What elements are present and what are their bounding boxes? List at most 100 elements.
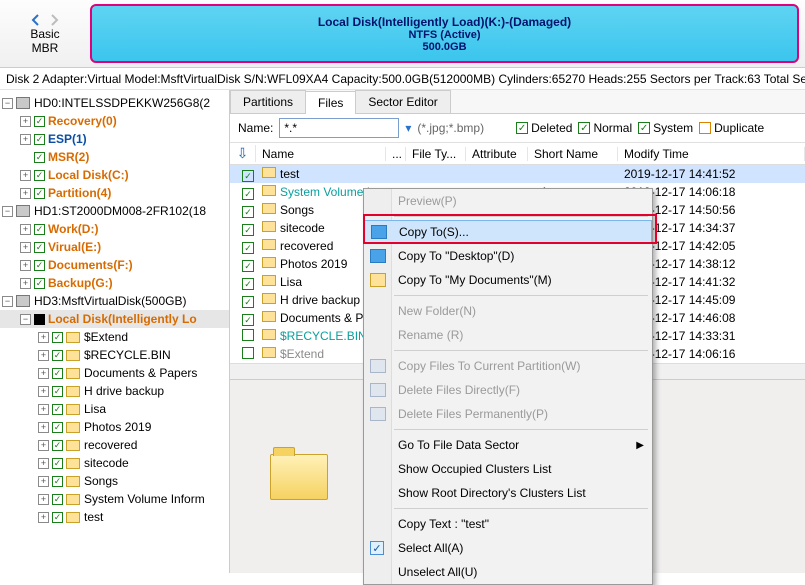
row-checkbox[interactable] (242, 188, 254, 200)
tree-toggle-icon[interactable]: + (20, 170, 31, 181)
header-more[interactable]: ... (386, 147, 406, 161)
menu-copy-to-mydocs[interactable]: Copy To "My Documents"(M) (364, 268, 652, 292)
tree-item[interactable]: +recovered (0, 436, 229, 454)
disk-banner[interactable]: Local Disk(Intelligently Load)(K:)-(Dama… (90, 4, 799, 63)
tab-partitions[interactable]: Partitions (230, 90, 306, 113)
tree-checkbox[interactable] (34, 134, 45, 145)
filter-name-input[interactable] (279, 118, 399, 138)
tree-checkbox[interactable] (34, 152, 45, 163)
tree-item[interactable]: −HD1:ST2000DM008-2FR102(18 (0, 202, 229, 220)
row-checkbox[interactable] (242, 329, 254, 341)
header-modify[interactable]: Modify Time (618, 147, 805, 161)
tree-toggle-icon[interactable]: − (2, 296, 13, 307)
tree-item[interactable]: −HD3:MsftVirtualDisk(500GB) (0, 292, 229, 310)
tab-sector-editor[interactable]: Sector Editor (355, 90, 450, 113)
row-checkbox[interactable] (242, 314, 254, 326)
menu-goto-sector[interactable]: Go To File Data Sector▶ (364, 433, 652, 457)
row-checkbox[interactable] (242, 278, 254, 290)
row-checkbox[interactable] (242, 260, 254, 272)
tree-item[interactable]: −HD0:INTELSSDPEKKW256G8(2 (0, 94, 229, 112)
tree-toggle-icon[interactable]: + (20, 278, 31, 289)
tree-item[interactable]: +$Extend (0, 328, 229, 346)
header-attribute[interactable]: Attribute (466, 147, 528, 161)
tree-toggle-icon[interactable]: + (20, 188, 31, 199)
tree-item[interactable]: +Lisa (0, 400, 229, 418)
tree-toggle-icon[interactable]: + (20, 242, 31, 253)
row-checkbox[interactable] (242, 206, 254, 218)
filter-system-checkbox[interactable]: System (638, 121, 693, 135)
tab-files[interactable]: Files (305, 91, 356, 114)
tree-checkbox[interactable] (34, 242, 45, 253)
tree-toggle-icon[interactable]: + (38, 368, 49, 379)
tree-checkbox[interactable] (34, 314, 45, 325)
menu-preview[interactable]: Preview(P) (364, 189, 652, 213)
tree-item[interactable]: +Recovery(0) (0, 112, 229, 130)
tree-toggle-icon[interactable]: + (38, 512, 49, 523)
tree-checkbox[interactable] (34, 224, 45, 235)
menu-show-root-clusters[interactable]: Show Root Directory's Clusters List (364, 481, 652, 505)
tree-toggle-icon[interactable]: − (20, 314, 31, 325)
menu-copy-to-partition[interactable]: Copy Files To Current Partition(W) (364, 354, 652, 378)
menu-new-folder[interactable]: New Folder(N) (364, 299, 652, 323)
tree-checkbox[interactable] (34, 278, 45, 289)
forward-arrow-icon[interactable] (47, 13, 61, 27)
tree-item[interactable]: +$RECYCLE.BIN (0, 346, 229, 364)
header-name[interactable]: Name (256, 147, 386, 161)
header-check-all[interactable]: ⇩ (230, 145, 256, 162)
tree-item[interactable]: MSR(2) (0, 148, 229, 166)
menu-rename[interactable]: Rename (R) (364, 323, 652, 347)
row-checkbox[interactable] (242, 347, 254, 359)
tree-item[interactable]: +Backup(G:) (0, 274, 229, 292)
menu-delete-permanently[interactable]: Delete Files Permanently(P) (364, 402, 652, 426)
menu-delete-directly[interactable]: Delete Files Directly(F) (364, 378, 652, 402)
menu-show-occupied[interactable]: Show Occupied Clusters List (364, 457, 652, 481)
tree-checkbox[interactable] (34, 260, 45, 271)
table-row[interactable]: test2019-12-17 14:41:52 (230, 165, 805, 183)
tree-item[interactable]: +Documents & Papers (0, 364, 229, 382)
menu-copy-text[interactable]: Copy Text : "test" (364, 512, 652, 536)
filter-duplicate-checkbox[interactable]: Duplicate (699, 121, 764, 135)
tree-item[interactable]: +Local Disk(C:) (0, 166, 229, 184)
tree-toggle-icon[interactable]: − (2, 206, 13, 217)
tree-toggle-icon[interactable]: + (38, 332, 49, 343)
row-checkbox[interactable] (242, 224, 254, 236)
tree-toggle-icon[interactable]: + (20, 260, 31, 271)
tree-toggle-icon[interactable]: + (38, 458, 49, 469)
tree-checkbox[interactable] (52, 458, 63, 469)
tree-item[interactable]: +System Volume Inform (0, 490, 229, 508)
filter-normal-checkbox[interactable]: Normal (578, 121, 632, 135)
tree-item[interactable]: +sitecode (0, 454, 229, 472)
tree-toggle-icon[interactable]: + (38, 476, 49, 487)
tree-checkbox[interactable] (52, 386, 63, 397)
tree-checkbox[interactable] (52, 368, 63, 379)
header-shortname[interactable]: Short Name (528, 147, 618, 161)
header-filetype[interactable]: File Ty... (406, 147, 466, 161)
tree-item[interactable]: +Work(D:) (0, 220, 229, 238)
tree-checkbox[interactable] (34, 116, 45, 127)
back-arrow-icon[interactable] (29, 13, 43, 27)
disk-tree[interactable]: −HD0:INTELSSDPEKKW256G8(2+Recovery(0)+ES… (0, 90, 230, 573)
tree-checkbox[interactable] (52, 440, 63, 451)
tree-toggle-icon[interactable]: + (38, 404, 49, 415)
tree-toggle-icon[interactable]: + (20, 224, 31, 235)
menu-copy-to[interactable]: Copy To(S)... (364, 220, 652, 244)
filter-deleted-checkbox[interactable]: Deleted (516, 121, 572, 135)
menu-unselect-all[interactable]: Unselect All(U) (364, 560, 652, 584)
tree-item[interactable]: +Partition(4) (0, 184, 229, 202)
tree-toggle-icon[interactable]: + (38, 386, 49, 397)
tree-toggle-icon[interactable]: + (38, 350, 49, 361)
tree-checkbox[interactable] (52, 476, 63, 487)
tree-toggle-icon[interactable]: + (38, 440, 49, 451)
row-checkbox[interactable] (242, 242, 254, 254)
tree-item[interactable]: +test (0, 508, 229, 526)
menu-copy-to-desktop[interactable]: Copy To "Desktop"(D) (364, 244, 652, 268)
tree-checkbox[interactable] (52, 332, 63, 343)
tree-item[interactable]: +ESP(1) (0, 130, 229, 148)
tree-item[interactable]: +H drive backup (0, 382, 229, 400)
tree-checkbox[interactable] (52, 422, 63, 433)
tree-checkbox[interactable] (52, 494, 63, 505)
tree-toggle-icon[interactable]: + (38, 422, 49, 433)
tree-item[interactable]: +Documents(F:) (0, 256, 229, 274)
tree-toggle-icon[interactable]: + (20, 134, 31, 145)
tree-item[interactable]: +Virual(E:) (0, 238, 229, 256)
